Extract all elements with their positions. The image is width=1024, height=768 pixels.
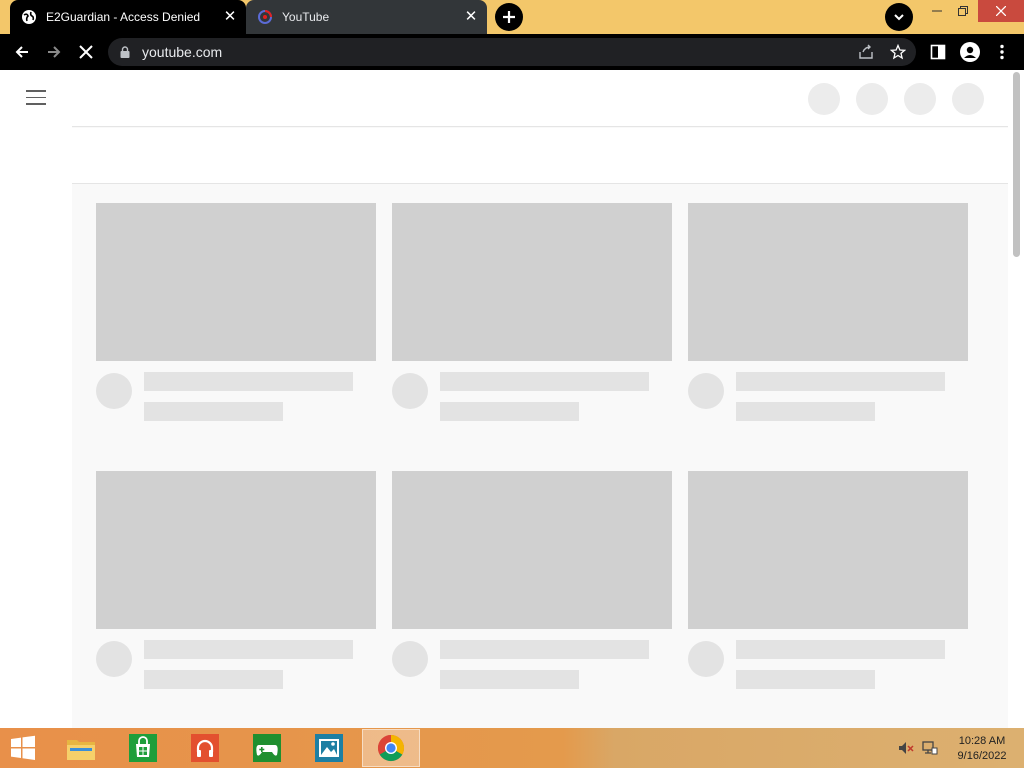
photos-icon[interactable]: [312, 731, 346, 765]
clock-date: 9/16/2022: [957, 750, 1007, 762]
video-card-skeleton: [96, 203, 376, 421]
start-icon[interactable]: [6, 731, 40, 765]
video-card-skeleton: [392, 471, 672, 689]
tab-e2guardian[interactable]: E2Guardian - Access Denied ✕: [10, 0, 246, 34]
avatar-placeholder: [392, 373, 428, 409]
avatar-placeholder: [688, 373, 724, 409]
thumbnail-placeholder: [392, 471, 672, 629]
tab-strip: E2Guardian - Access Denied ✕ YouTube ✕: [0, 0, 1024, 34]
title-placeholder: [144, 640, 353, 659]
close-window-button[interactable]: [978, 0, 1024, 22]
video-card-skeleton: [688, 203, 968, 421]
minimize-icon: [932, 10, 942, 12]
tab-title: E2Guardian - Access Denied: [46, 10, 201, 24]
music-icon[interactable]: [188, 731, 222, 765]
chip-bar: [72, 128, 1008, 184]
arrow-right-icon: [48, 46, 61, 58]
skeleton-circle: [952, 83, 984, 115]
close-tab-icon[interactable]: ✕: [222, 9, 238, 25]
lock-icon: [118, 45, 132, 59]
star-icon: [890, 44, 906, 60]
side-panel-button[interactable]: [924, 38, 952, 66]
hamburger-menu-icon[interactable]: [26, 90, 46, 106]
system-clock[interactable]: 10:28 AM 9/16/2022: [952, 734, 1012, 764]
bookmark-button[interactable]: [884, 38, 912, 66]
address-bar[interactable]: youtube.com: [108, 38, 916, 66]
meta-placeholder: [144, 402, 283, 421]
video-card-skeleton: [688, 471, 968, 689]
network-icon[interactable]: [922, 740, 938, 759]
video-card-skeleton: [96, 471, 376, 689]
masthead: [72, 70, 1008, 127]
chevron-down-icon: [894, 14, 904, 21]
title-placeholder: [440, 640, 649, 659]
thumbnail-placeholder: [688, 203, 968, 361]
thumbnail-placeholder: [96, 471, 376, 629]
skeleton-circle: [808, 83, 840, 115]
guide-sidebar: [0, 70, 72, 728]
address-text: youtube.com: [142, 44, 223, 60]
video-card-skeleton: [392, 203, 672, 421]
share-button[interactable]: [852, 38, 880, 66]
meta-placeholder: [736, 670, 875, 689]
title-placeholder: [440, 372, 649, 391]
plus-icon: [503, 11, 515, 23]
avatar-placeholder: [688, 641, 724, 677]
avatar-placeholder: [96, 641, 132, 677]
clock-time: 10:28 AM: [958, 735, 1006, 747]
title-placeholder: [736, 372, 945, 391]
file-explorer-icon[interactable]: [64, 731, 98, 765]
stop-icon: [79, 45, 93, 59]
tab-youtube[interactable]: YouTube ✕: [246, 0, 487, 34]
games-icon[interactable]: [250, 731, 284, 765]
title-placeholder: [736, 640, 945, 659]
meta-placeholder: [440, 670, 579, 689]
restore-button[interactable]: [948, 0, 978, 22]
avatar-placeholder: [392, 641, 428, 677]
tab-title: YouTube: [282, 10, 330, 24]
stop-loading-button[interactable]: [72, 38, 100, 66]
meta-placeholder: [736, 402, 875, 421]
side-panel-icon: [930, 44, 946, 60]
share-icon: [859, 44, 873, 59]
meta-placeholder: [144, 670, 283, 689]
thumbnail-placeholder: [392, 203, 672, 361]
avatar-icon: [960, 42, 980, 62]
page-viewport: [0, 70, 1024, 728]
back-button[interactable]: [8, 38, 36, 66]
close-icon: [996, 6, 1006, 16]
title-placeholder: [144, 372, 353, 391]
more-vert-icon: [1000, 44, 1004, 60]
volume-muted-icon[interactable]: [898, 740, 914, 759]
youtube-loading-icon: [257, 9, 273, 25]
profile-button[interactable]: [956, 38, 984, 66]
thumbnail-placeholder: [96, 203, 376, 361]
globe-icon: [21, 9, 37, 25]
scrollbar-thumb[interactable]: [1013, 72, 1020, 257]
thumbnail-placeholder: [688, 471, 968, 629]
chrome-icon[interactable]: [374, 731, 408, 765]
store-icon[interactable]: [126, 731, 160, 765]
restore-icon: [958, 6, 968, 16]
skeleton-circle: [856, 83, 888, 115]
meta-placeholder: [440, 402, 579, 421]
forward-button[interactable]: [40, 38, 68, 66]
tab-search-button[interactable]: [885, 3, 913, 31]
arrow-left-icon: [15, 46, 28, 58]
avatar-placeholder: [96, 373, 132, 409]
menu-button[interactable]: [988, 38, 1016, 66]
taskbar: 10:28 AM 9/16/2022: [0, 728, 1024, 768]
close-tab-icon[interactable]: ✕: [463, 9, 479, 25]
new-tab-button[interactable]: [495, 3, 523, 31]
skeleton-circle: [904, 83, 936, 115]
